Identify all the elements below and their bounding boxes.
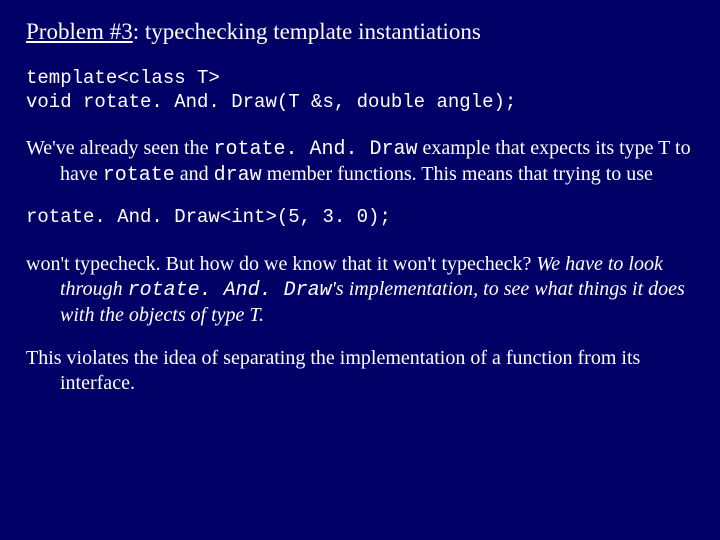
paragraph-2: won't typecheck. But how do we know that… — [26, 252, 694, 328]
p1-code-1: rotate. And. Draw — [213, 138, 417, 161]
p2-code-italic: rotate. And. Draw — [128, 279, 332, 302]
p1-code-3: draw — [214, 164, 262, 187]
p1-g: member functions. This means that trying… — [262, 163, 653, 185]
code-call: rotate. And. Draw<int>(5, 3. 0); — [26, 206, 694, 230]
p2-a: won't typecheck. But how do we know that… — [26, 253, 536, 275]
code-line-1: template<class T> — [26, 67, 220, 89]
slide: Problem #3: typechecking template instan… — [0, 0, 720, 540]
paragraph-3: This violates the idea of separating the… — [26, 346, 694, 396]
title-underlined: Problem #3 — [26, 19, 133, 44]
code-line-2: void rotate. And. Draw(T &s, double angl… — [26, 91, 516, 113]
p1-e: and — [175, 163, 214, 185]
code-declaration: template<class T> void rotate. And. Draw… — [26, 67, 694, 115]
slide-title: Problem #3: typechecking template instan… — [26, 18, 694, 47]
paragraph-1: We've already seen the rotate. And. Draw… — [26, 136, 694, 188]
title-rest: : typechecking template instantiations — [133, 19, 481, 44]
p1-a: We've already seen the — [26, 137, 213, 159]
p1-code-2: rotate — [103, 164, 175, 187]
